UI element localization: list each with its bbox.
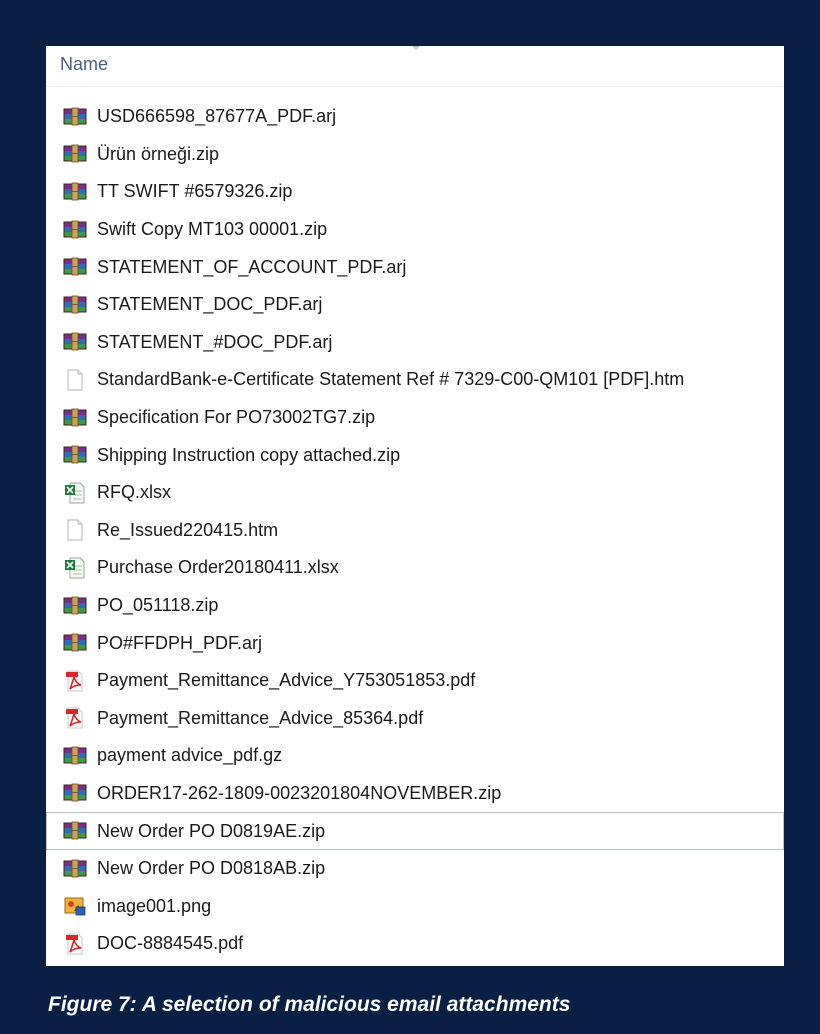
- file-row[interactable]: STATEMENT_DOC_PDF.arj: [46, 286, 784, 324]
- winrar-archive-icon: [63, 331, 97, 353]
- winrar-archive-icon: [63, 294, 97, 316]
- file-name: payment advice_pdf.gz: [97, 745, 283, 766]
- file-name: New Order PO D0818AB.zip: [97, 858, 326, 879]
- winrar-archive-icon: [63, 106, 97, 128]
- winrar-archive-icon: [63, 444, 97, 466]
- file-row[interactable]: Shipping Instruction copy attached.zip: [46, 436, 784, 474]
- winrar-archive-icon: [63, 256, 97, 278]
- column-header-label: Name: [60, 54, 109, 74]
- file-row[interactable]: New Order PO D0818AB.zip: [46, 850, 784, 888]
- file-row[interactable]: Payment_Remittance_Advice_85364.pdf: [46, 700, 784, 738]
- file-name: Purchase Order20180411.xlsx: [97, 557, 339, 578]
- winrar-archive-icon: [63, 820, 97, 842]
- pdf-document-icon: [63, 670, 97, 692]
- blank-document-icon: [63, 519, 97, 541]
- pdf-document-icon: [63, 707, 97, 729]
- file-row[interactable]: STATEMENT_OF_ACCOUNT_PDF.arj: [46, 248, 784, 286]
- image-file-icon: [63, 895, 97, 917]
- file-list-panel: Name USD666598_87677A_PDF.arj Ürün örneği…: [46, 46, 784, 966]
- file-name: StandardBank-e-Certificate Statement Ref…: [97, 369, 685, 390]
- winrar-archive-icon: [63, 219, 97, 241]
- file-name: RFQ.xlsx: [97, 482, 171, 503]
- file-row[interactable]: STATEMENT_#DOC_PDF.arj: [46, 324, 784, 362]
- file-row[interactable]: PO#FFDPH_PDF.arj: [46, 624, 784, 662]
- file-name: image001.png: [97, 895, 212, 916]
- file-row[interactable]: Re_Issued220415.htm: [46, 512, 784, 550]
- file-name: TT SWIFT #6579326.zip: [97, 181, 293, 202]
- file-row[interactable]: Purchase Order20180411.xlsx: [46, 549, 784, 587]
- file-row[interactable]: RFQ.xlsx: [46, 474, 784, 512]
- file-name: Payment_Remittance_Advice_85364.pdf: [97, 707, 424, 728]
- excel-document-icon: [63, 482, 97, 504]
- blank-document-icon: [63, 369, 97, 391]
- file-row[interactable]: StandardBank-e-Certificate Statement Ref…: [46, 361, 784, 399]
- winrar-archive-icon: [63, 407, 97, 429]
- file-name: ORDER17-262-1809-0023201804NOVEMBER.zip: [97, 782, 502, 803]
- file-name: Re_Issued220415.htm: [97, 519, 279, 540]
- file-name: Shipping Instruction copy attached.zip: [97, 444, 401, 465]
- file-name: STATEMENT_#DOC_PDF.arj: [97, 331, 333, 352]
- file-name: PO#FFDPH_PDF.arj: [97, 632, 263, 653]
- file-name: STATEMENT_DOC_PDF.arj: [97, 294, 323, 315]
- pdf-document-icon: [63, 933, 97, 955]
- file-name: New Order PO D0819AE.zip: [97, 820, 326, 841]
- file-row[interactable]: TT SWIFT #6579326.zip: [46, 173, 784, 211]
- file-name: Swift Copy MT103 00001.zip: [97, 219, 328, 240]
- winrar-archive-icon: [63, 858, 97, 880]
- winrar-archive-icon: [63, 745, 97, 767]
- file-row[interactable]: DOC-8884545.pdf: [46, 925, 784, 963]
- figure-caption: Figure 7: A selection of malicious email…: [48, 993, 571, 1016]
- file-name: USD666598_87677A_PDF.arj: [97, 106, 337, 127]
- winrar-archive-icon: [63, 595, 97, 617]
- file-row[interactable]: Payment_Remittance_Advice_Y753051853.pdf: [46, 662, 784, 700]
- winrar-archive-icon: [63, 181, 97, 203]
- file-row[interactable]: payment advice_pdf.gz: [46, 737, 784, 775]
- file-row[interactable]: ORDER17-262-1809-0023201804NOVEMBER.zip: [46, 775, 784, 813]
- file-row[interactable]: New Order PO D0819AE.zip: [46, 812, 784, 850]
- column-header-name[interactable]: Name: [46, 46, 784, 87]
- winrar-archive-icon: [63, 143, 97, 165]
- sort-indicator-icon: [412, 46, 420, 50]
- file-name: DOC-8884545.pdf: [97, 933, 244, 954]
- file-name: Ürün örneği.zip: [97, 143, 220, 164]
- file-name: Payment_Remittance_Advice_Y753051853.pdf: [97, 670, 476, 691]
- winrar-archive-icon: [63, 632, 97, 654]
- file-name: Specification For PO73002TG7.zip: [97, 407, 376, 428]
- file-row[interactable]: image001.png: [46, 887, 784, 925]
- excel-document-icon: [63, 557, 97, 579]
- file-row[interactable]: PO_051118.zip: [46, 587, 784, 625]
- file-list: USD666598_87677A_PDF.arj Ürün örneği.zip T…: [46, 98, 784, 963]
- file-row[interactable]: Specification For PO73002TG7.zip: [46, 399, 784, 437]
- file-row[interactable]: Swift Copy MT103 00001.zip: [46, 211, 784, 249]
- file-name: STATEMENT_OF_ACCOUNT_PDF.arj: [97, 256, 407, 277]
- file-name: PO_051118.zip: [97, 595, 219, 616]
- winrar-archive-icon: [63, 782, 97, 804]
- file-row[interactable]: Ürün örneği.zip: [46, 136, 784, 174]
- file-row[interactable]: USD666598_87677A_PDF.arj: [46, 98, 784, 136]
- figure-frame: Name USD666598_87677A_PDF.arj Ürün örneği…: [0, 0, 820, 1034]
